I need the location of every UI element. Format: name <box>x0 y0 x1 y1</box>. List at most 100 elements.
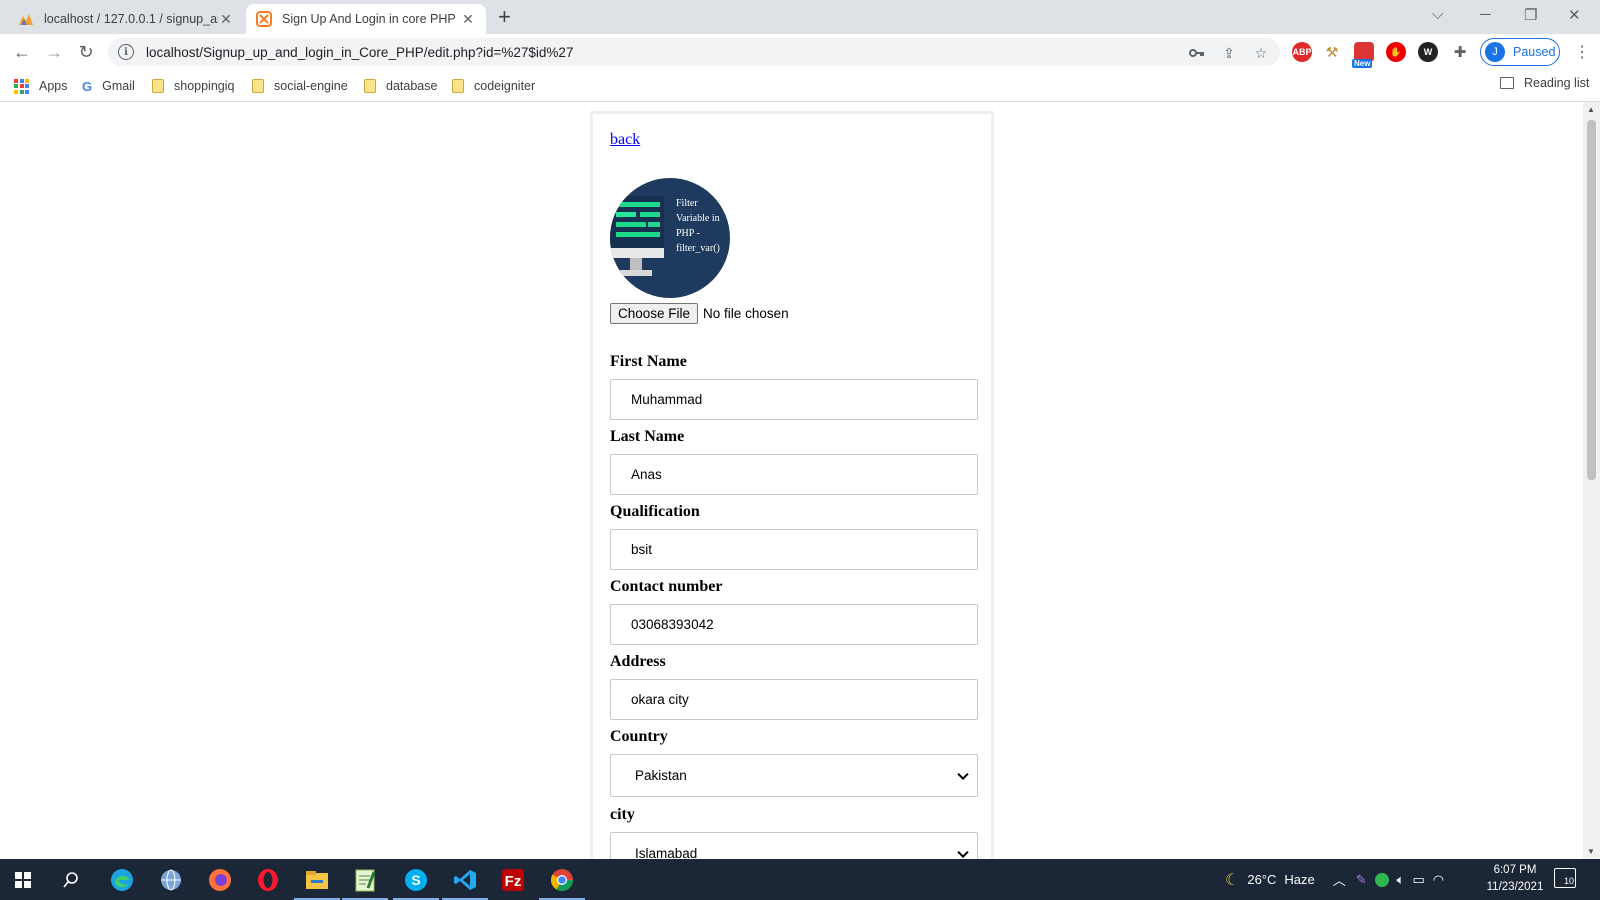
country-label: Country <box>610 728 668 745</box>
hammer-icon[interactable]: ⚒ <box>1322 42 1342 62</box>
bookmark-label: codeigniter <box>474 79 536 93</box>
close-window-button[interactable]: ✕ <box>1568 6 1581 24</box>
wordpress-icon[interactable]: W <box>1418 42 1438 62</box>
xampp-icon <box>256 11 272 27</box>
reload-icon[interactable]: ↻ <box>74 40 98 64</box>
weather-moon-icon[interactable]: ☾ <box>1225 870 1239 890</box>
site-info-icon[interactable]: i <box>118 44 134 60</box>
tab-search-chevron-icon[interactable]: ⌵ <box>1432 6 1443 23</box>
bookmark-shoppingiq[interactable]: shoppingiq <box>152 76 234 96</box>
new-badge-icon[interactable]: New <box>1352 42 1374 68</box>
bookmark-codeigniter[interactable]: codeigniter <box>452 76 535 96</box>
folder-icon <box>252 79 264 93</box>
city-select[interactable]: Islamabad <box>610 832 978 859</box>
clock-date: 11/23/2021 <box>1486 881 1544 893</box>
reading-list-button[interactable]: Reading list <box>1500 76 1589 90</box>
profile-status: Paused <box>1513 45 1556 59</box>
chrome-icon[interactable] <box>539 865 585 900</box>
page-scrollbar[interactable]: ▲ ▼ <box>1583 102 1600 859</box>
system-tray: ☾ 26°C Haze ︿ ✎ 🔈︎ ▭ ◠ <box>1225 859 1444 900</box>
back-arrow-icon[interactable]: ← <box>10 40 34 64</box>
show-hidden-icons-icon[interactable]: ︿ <box>1333 870 1346 889</box>
browser-chrome: localhost / 127.0.0.1 / signup_and ✕ Sig… <box>0 0 1600 102</box>
key-icon[interactable] <box>1188 44 1206 62</box>
bookmark-social-engine[interactable]: social-engine <box>252 76 348 96</box>
more-menu-icon[interactable]: ⋮ <box>1574 42 1590 62</box>
edit-form-card: back Filter Variable in PHP - filter_var… <box>590 111 994 859</box>
folder-icon <box>152 79 164 93</box>
minimize-button[interactable]: ─ <box>1480 6 1491 23</box>
apps-grid-icon <box>14 78 29 94</box>
browser-toolbar: ← → ↻ i localhost/Signup_up_and_login_in… <box>0 34 1600 70</box>
last-name-input[interactable]: Anas <box>610 454 978 495</box>
address-input[interactable]: okara city <box>610 679 978 720</box>
file-upload: Choose File No file chosen <box>610 303 789 324</box>
windows-taskbar: S Fz ☾ 26°C Haze ︿ ✎ 🔈︎ ▭ ◠ 6:07 PM 11/2… <box>0 859 1600 900</box>
battery-icon[interactable]: ▭ <box>1412 872 1424 888</box>
bookmark-database[interactable]: database <box>364 76 437 96</box>
contact-number-input[interactable]: 03068393042 <box>610 604 978 645</box>
scrollbar-thumb[interactable] <box>1587 120 1596 480</box>
notepad-plus-icon[interactable] <box>342 865 388 900</box>
tab-title: localhost / 127.0.0.1 / signup_and <box>44 12 218 26</box>
forward-arrow-icon[interactable]: → <box>42 40 66 64</box>
security-check-icon[interactable] <box>1374 872 1389 887</box>
first-name-input[interactable]: Muhammad <box>610 379 978 420</box>
new-badge-label: New <box>1352 59 1373 68</box>
tab-title: Sign Up And Login in core PHP <box>282 12 456 26</box>
contact-number-label: Contact number <box>610 578 723 595</box>
skype-icon[interactable]: S <box>393 865 439 900</box>
weather-text[interactable]: Haze <box>1284 872 1314 887</box>
filezilla-icon[interactable]: Fz <box>498 865 528 895</box>
country-select[interactable]: Pakistan <box>610 754 978 797</box>
address-bar[interactable]: i localhost/Signup_up_and_login_in_Core_… <box>108 38 1280 66</box>
qualification-label: Qualification <box>610 503 700 520</box>
firefox-icon[interactable] <box>205 865 235 895</box>
country-selected: Pakistan <box>635 768 687 783</box>
choose-file-button[interactable]: Choose File <box>610 303 699 324</box>
network-globe-icon[interactable] <box>156 865 186 895</box>
city-selected: Islamabad <box>635 846 698 859</box>
scroll-down-arrow-icon[interactable]: ▼ <box>1587 847 1595 856</box>
abp-label: ABP <box>1292 47 1312 57</box>
restore-button[interactable]: ❐ <box>1524 6 1537 24</box>
taskbar-clock[interactable]: 6:07 PM 11/23/2021 <box>1480 862 1550 896</box>
opera-icon[interactable] <box>253 865 283 895</box>
svg-text:S: S <box>411 872 420 888</box>
volume-icon[interactable]: 🔈︎ <box>1397 872 1405 888</box>
url-text[interactable]: localhost/Signup_up_and_login_in_Core_PH… <box>146 45 573 60</box>
bookmark-label: social-engine <box>274 79 348 93</box>
pen-icon[interactable]: ✎ <box>1356 872 1367 888</box>
notification-center-icon[interactable]: 10 <box>1554 868 1576 888</box>
new-tab-button[interactable]: + <box>498 6 511 28</box>
profile-image-caption: Filter Variable in PHP - filter_var() <box>676 198 720 254</box>
windows-start-icon[interactable] <box>8 865 38 895</box>
page-viewport: back Filter Variable in PHP - filter_var… <box>0 102 1583 859</box>
bookmark-gmail[interactable]: G Gmail <box>82 76 135 96</box>
tab-signup-login[interactable]: Sign Up And Login in core PHP ✕ <box>246 4 486 34</box>
file-explorer-icon[interactable] <box>294 865 340 900</box>
weather-temp[interactable]: 26°C <box>1247 872 1276 887</box>
notification-count: 10 <box>1563 876 1574 886</box>
search-icon[interactable] <box>56 865 86 895</box>
bookmark-label: Gmail <box>102 79 135 93</box>
profile-button[interactable]: J Paused <box>1480 38 1560 66</box>
qualification-input[interactable]: bsit <box>610 529 978 570</box>
vscode-icon[interactable] <box>442 865 488 900</box>
bookmark-apps[interactable]: Apps <box>14 76 68 96</box>
close-tab-icon[interactable]: ✕ <box>218 11 234 28</box>
tab-phpmyadmin[interactable]: localhost / 127.0.0.1 / signup_and ✕ <box>8 4 244 34</box>
avatar: J <box>1485 42 1505 62</box>
last-name-label: Last Name <box>610 428 685 445</box>
wifi-icon[interactable]: ◠ <box>1433 872 1444 888</box>
share-icon[interactable]: ⇪ <box>1220 44 1238 62</box>
edge-icon[interactable] <box>107 865 137 895</box>
puzzle-icon[interactable]: ✚ <box>1450 42 1470 62</box>
abp-icon[interactable]: ABP <box>1292 42 1312 62</box>
back-link[interactable]: back <box>610 131 640 149</box>
scroll-up-arrow-icon[interactable]: ▲ <box>1587 105 1595 114</box>
bookmark-star-icon[interactable]: ☆ <box>1252 44 1270 62</box>
close-tab-icon[interactable]: ✕ <box>460 11 476 28</box>
profile-image: Filter Variable in PHP - filter_var() <box>610 178 730 298</box>
stop-icon[interactable]: ✋ <box>1386 42 1406 62</box>
